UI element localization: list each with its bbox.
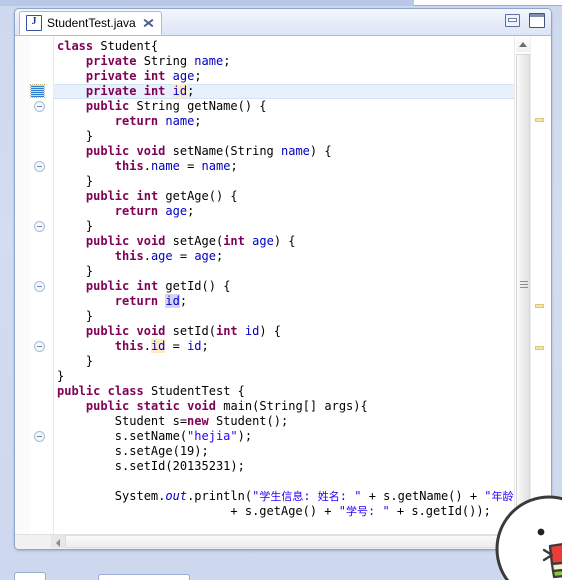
- fold-collapse-icon[interactable]: [34, 341, 45, 352]
- scroll-left-arrow-icon[interactable]: [51, 535, 65, 548]
- code-line: }: [57, 369, 65, 383]
- fold-collapse-icon[interactable]: [34, 431, 45, 442]
- overview-ruler[interactable]: [530, 36, 551, 535]
- overview-marker[interactable]: [535, 304, 544, 308]
- code-line: public static void main(String[] args){: [85, 399, 368, 413]
- code-line: + s.getAge() + "学号: " + s.getId());: [57, 504, 491, 518]
- vertical-scrollbar[interactable]: [514, 36, 531, 535]
- code-line: return name;: [114, 114, 202, 128]
- code-line: }: [57, 219, 94, 233]
- bottom-panel-tab-left[interactable]: [14, 572, 46, 580]
- code-line: class Student{: [57, 39, 159, 53]
- change-marker-icon: [30, 84, 45, 98]
- code-line: private int id;: [85, 84, 195, 98]
- scrollbar-grip-icon: [520, 280, 528, 288]
- code-line: }: [57, 174, 94, 188]
- screen: J StudentTest.java class Student{ privat…: [0, 0, 562, 580]
- code-line: public void setId(int id) {: [85, 324, 282, 338]
- eclipse-editor-window: J StudentTest.java class Student{ privat…: [14, 8, 552, 550]
- minimize-button[interactable]: [505, 14, 520, 27]
- editor-tab-bar: J StudentTest.java: [15, 9, 551, 36]
- code-line: this.name = name;: [114, 159, 238, 173]
- horizontal-scrollbar-thumb[interactable]: [65, 535, 549, 548]
- bottom-panel-tab[interactable]: [98, 574, 190, 580]
- source-code: class Student{ private String name; priv…: [57, 39, 531, 535]
- code-line: public void setName(String name) {: [85, 144, 332, 158]
- code-line: }: [57, 264, 94, 278]
- code-line: private int age;: [85, 69, 202, 83]
- code-surface[interactable]: class Student{ private String name; priv…: [53, 36, 531, 535]
- code-editor[interactable]: class Student{ private String name; priv…: [15, 36, 551, 549]
- window-controls: [505, 13, 545, 28]
- fold-collapse-icon[interactable]: [34, 281, 45, 292]
- code-line: public int getAge() {: [85, 189, 238, 203]
- vertical-scrollbar-thumb[interactable]: [516, 54, 530, 514]
- code-line: }: [57, 129, 94, 143]
- code-line: s.setId(20135231);: [57, 459, 245, 473]
- code-line: this.id = id;: [114, 339, 209, 353]
- background-panel-top-right: [414, 0, 562, 6]
- code-line: public int getId() {: [85, 279, 231, 293]
- code-line: public String getName() {: [85, 99, 267, 113]
- code-line: }: [57, 354, 94, 368]
- overview-marker[interactable]: [535, 346, 544, 350]
- java-file-icon: J: [26, 15, 42, 31]
- fold-collapse-icon[interactable]: [34, 161, 45, 172]
- overview-marker[interactable]: [535, 118, 544, 122]
- code-line: public void setAge(int age) {: [85, 234, 296, 248]
- code-line: this.age = age;: [114, 249, 224, 263]
- code-line: public class StudentTest {: [57, 384, 245, 398]
- code-line: }: [57, 309, 94, 323]
- code-line: private String name;: [85, 54, 231, 68]
- code-line: return age;: [114, 204, 195, 218]
- maximize-button[interactable]: [529, 13, 545, 28]
- fold-collapse-icon[interactable]: [34, 221, 45, 232]
- editor-tab-studenttest[interactable]: J StudentTest.java: [19, 11, 162, 35]
- editor-tab-label: StudentTest.java: [47, 16, 136, 30]
- fold-collapse-icon[interactable]: [34, 101, 45, 112]
- editor-gutter[interactable]: [15, 36, 54, 549]
- code-line: Student s=new Student();: [57, 414, 289, 428]
- code-line: s.setAge(19);: [57, 444, 209, 458]
- horizontal-scrollbar[interactable]: [15, 534, 551, 549]
- close-icon[interactable]: [143, 18, 154, 29]
- gutter-annotation-strip: [15, 36, 30, 549]
- code-line: return id;: [114, 294, 188, 308]
- code-line: System.out.println("学生信息: 姓名: " + s.getN…: [57, 489, 531, 503]
- code-line: s.setName("hejia");: [57, 429, 253, 443]
- scroll-up-arrow-icon[interactable]: [516, 37, 530, 52]
